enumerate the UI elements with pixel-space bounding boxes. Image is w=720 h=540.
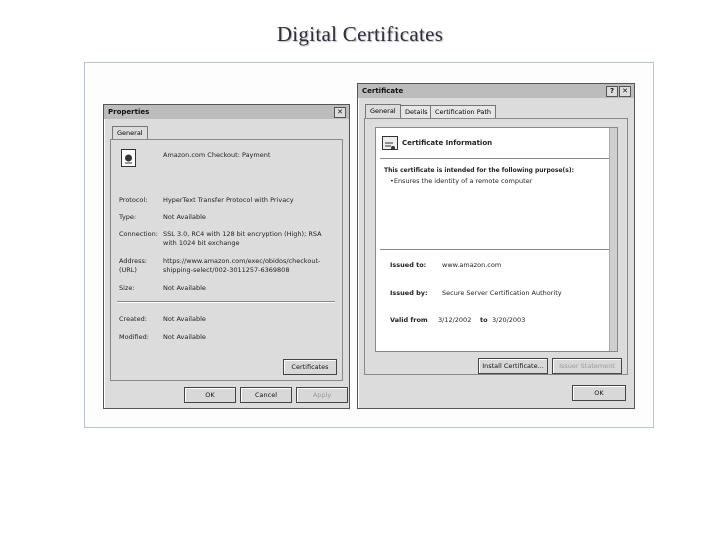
- certificates-button[interactable]: Certificates: [283, 359, 337, 375]
- modified-label: Modified:: [119, 333, 149, 341]
- issued-by-value: Secure Server Certification Authority: [442, 289, 562, 297]
- apply-button[interactable]: Apply: [296, 387, 348, 403]
- divider: [117, 301, 335, 303]
- created-value: Not Available: [163, 315, 206, 323]
- ok-button[interactable]: OK: [184, 387, 236, 403]
- certificate-titlebar: Certificate ? ✕: [358, 84, 634, 98]
- tab-general[interactable]: General: [365, 104, 401, 118]
- divider: [380, 249, 612, 251]
- protocol-value: HyperText Transfer Protocol with Privacy: [163, 196, 294, 204]
- ok-button[interactable]: OK: [572, 385, 626, 401]
- size-label: Size:: [119, 284, 135, 292]
- purpose-item: •Ensures the identity of a remote comput…: [390, 177, 533, 185]
- properties-general-panel: Amazon.com Checkout: Payment Protocol: H…: [110, 139, 343, 381]
- certificate-title: Certificate: [362, 87, 404, 95]
- install-certificate-button[interactable]: Install Certificate...: [478, 358, 548, 374]
- certificate-icon: [382, 136, 398, 150]
- page-document-icon: [121, 149, 136, 167]
- valid-to-label: to: [480, 316, 488, 324]
- certificate-info-heading: Certificate Information: [402, 139, 493, 147]
- help-icon[interactable]: ?: [606, 86, 618, 97]
- modified-value: Not Available: [163, 333, 206, 341]
- page-title-value: Amazon.com Checkout: Payment: [163, 151, 271, 159]
- valid-from-label: Valid from: [390, 316, 428, 324]
- purpose-heading: This certificate is intended for the fol…: [384, 167, 575, 174]
- address-value: https://www.amazon.com/exec/obidos/check…: [163, 257, 321, 274]
- issued-by-label: Issued by:: [390, 289, 428, 297]
- issued-to-value: www.amazon.com: [442, 261, 502, 269]
- size-value: Not Available: [163, 284, 206, 292]
- issuer-statement-button[interactable]: Issuer Statement: [552, 358, 622, 374]
- certificate-info-panel: Certificate Information This certificate…: [375, 127, 618, 352]
- scrollbar[interactable]: [609, 128, 617, 351]
- slide-title: Digital Certificates: [276, 22, 444, 46]
- tab-general[interactable]: General: [112, 126, 148, 140]
- properties-dialog: Properties ✕ General Amazon.com Checkout…: [103, 104, 350, 409]
- connection-label: Connection:: [119, 230, 158, 238]
- type-value: Not Available: [163, 213, 206, 221]
- type-label: Type:: [119, 213, 137, 221]
- protocol-label: Protocol:: [119, 196, 148, 204]
- close-icon[interactable]: ✕: [619, 86, 631, 97]
- address-label: Address: (URL): [119, 257, 148, 274]
- valid-to-value: 3/20/2003: [492, 316, 526, 324]
- connection-value: SSL 3.0, RC4 with 128 bit encryption (Hi…: [163, 230, 322, 247]
- properties-title: Properties: [108, 108, 150, 116]
- certificate-general-panel: Certificate Information This certificate…: [364, 118, 628, 375]
- tab-certification-path[interactable]: Certification Path: [430, 105, 497, 118]
- certificate-dialog: Certificate ? ✕ General Details Certific…: [357, 83, 635, 409]
- properties-titlebar: Properties ✕: [104, 105, 349, 119]
- cancel-button[interactable]: Cancel: [240, 387, 292, 403]
- issued-to-label: Issued to:: [390, 261, 427, 269]
- valid-from-value: 3/12/2002: [438, 316, 472, 324]
- created-label: Created:: [119, 315, 147, 323]
- divider: [380, 158, 612, 160]
- close-icon[interactable]: ✕: [334, 107, 346, 118]
- tab-details[interactable]: Details: [400, 105, 433, 118]
